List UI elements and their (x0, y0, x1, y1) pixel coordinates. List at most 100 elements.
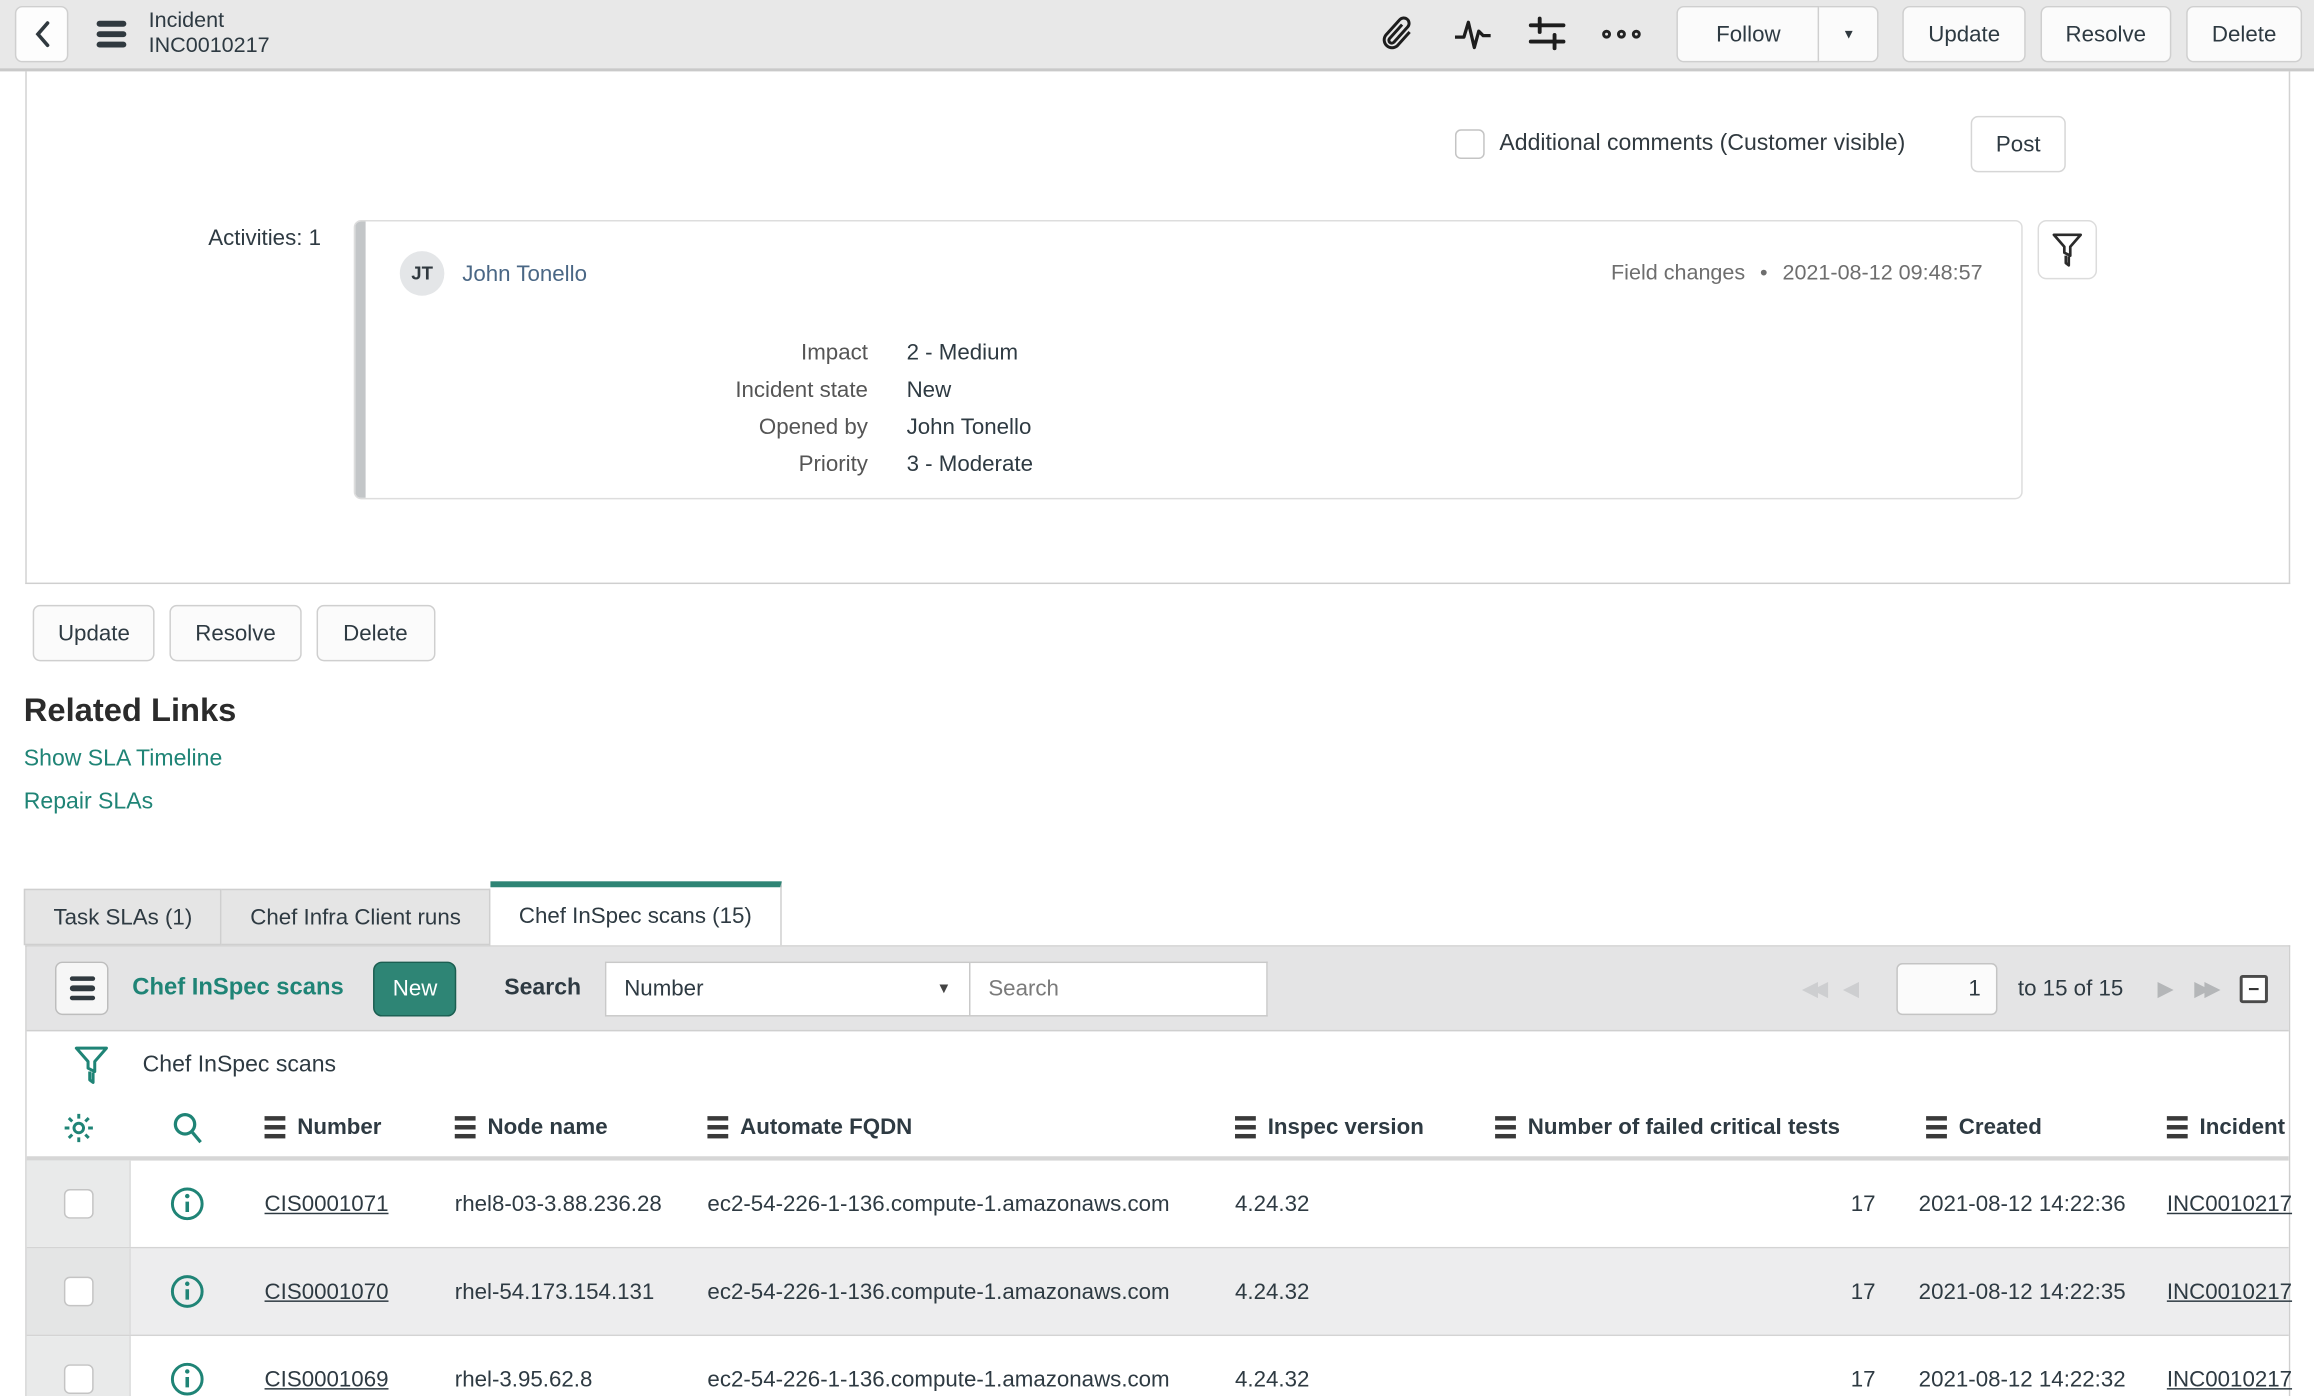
automate-fqdn-cell: ec2-54-226-1-136.compute-1.amazonaws.com (707, 1191, 1170, 1217)
failed-critical-tests-cell: 17 (1850, 1366, 1876, 1392)
search-label: Search (504, 974, 582, 1001)
column-header-node-name[interactable]: Node name (432, 1115, 685, 1140)
page-title: Incident INC0010217 (149, 9, 270, 60)
incident-link[interactable]: INC0010217 (2167, 1367, 2292, 1392)
personalize-form-button[interactable] (1522, 9, 1573, 60)
scan-number-link[interactable]: CIS0001069 (265, 1367, 389, 1392)
header-bar: Incident INC0010217 Follow ▼ Update Reso… (0, 0, 2314, 72)
incident-link[interactable]: INC0010217 (2167, 1191, 2292, 1216)
list-settings-button[interactable] (27, 1109, 131, 1145)
incident-link[interactable]: INC0010217 (2167, 1279, 2292, 1304)
magnifier-icon (172, 1112, 202, 1143)
row-checkbox[interactable] (63, 1364, 93, 1395)
column-label: Node name (487, 1114, 608, 1140)
field-value: 2 - Medium (906, 340, 1019, 366)
activity-stream-button[interactable] (1448, 9, 1499, 60)
pulse-icon (1455, 20, 1492, 50)
activity-field-changes: Impact 2 - Medium Incident state New Ope… (593, 340, 1983, 477)
activity-accent-bar (355, 221, 366, 498)
funnel-icon (2052, 233, 2083, 267)
new-record-button[interactable]: New (373, 960, 457, 1016)
show-sla-timeline-link[interactable]: Show SLA Timeline (24, 746, 222, 773)
form-section: Additional comments (Customer visible) P… (25, 71, 2291, 585)
resolve-button[interactable]: Resolve (2040, 5, 2172, 63)
more-options-button[interactable] (1597, 9, 1648, 60)
column-header-failed-critical-tests[interactable]: Number of failed critical tests (1473, 1115, 1897, 1140)
activity-entry: JT John Tonello Field changes • 2021-08-… (353, 219, 2023, 500)
repair-slas-link[interactable]: Repair SLAs (24, 789, 153, 816)
activity-filter-button[interactable] (2037, 219, 2098, 280)
attachment-button[interactable] (1374, 9, 1425, 60)
collapse-list-button[interactable]: − (2239, 974, 2268, 1003)
field-value: 3 - Moderate (906, 451, 1033, 478)
first-page-button[interactable]: ◀◀ (1792, 976, 1833, 1001)
activity-type: Field changes (1611, 261, 1746, 286)
search-input[interactable] (970, 960, 1268, 1016)
context-menu-button[interactable] (89, 12, 134, 57)
row-checkbox[interactable] (63, 1188, 93, 1219)
field-label: Priority (798, 451, 868, 478)
column-menu-icon (1926, 1115, 1947, 1139)
resolve-button-bottom[interactable]: Resolve (169, 604, 302, 662)
failed-critical-tests-cell: 17 (1850, 1278, 1876, 1305)
search-rows-button[interactable] (131, 1109, 242, 1145)
column-header-number[interactable]: Number (242, 1115, 432, 1140)
node-name-cell: rhel8-03-3.88.236.28 (454, 1191, 662, 1217)
delete-button-bottom[interactable]: Delete (315, 604, 435, 662)
next-page-button[interactable]: ▶ (2147, 976, 2184, 1001)
node-name-cell: rhel-54.173.154.131 (454, 1278, 655, 1305)
field-value: John Tonello (906, 414, 1032, 440)
post-button[interactable]: Post (1970, 115, 2066, 173)
update-button[interactable]: Update (1902, 5, 2026, 63)
column-header-created[interactable]: Created (1896, 1115, 2149, 1140)
tab-task-slas[interactable]: Task SLAs (1) (23, 888, 222, 946)
update-button-bottom[interactable]: Update (32, 604, 156, 662)
column-menu-icon (1495, 1115, 1516, 1139)
list-toolbar: Chef InSpec scans New Search Number ▼ ◀◀… (26, 946, 2289, 1032)
search-field-selected: Number (624, 975, 704, 1001)
table-row: CIS0001070 rhel-54.173.154.131 ec2-54-22… (26, 1248, 2292, 1337)
related-links-title: Related Links (23, 691, 237, 729)
column-header-inspec-version[interactable]: Inspec version (1213, 1115, 1473, 1140)
pagination-range-text: to 15 of 15 (2017, 975, 2124, 1001)
follow-dropdown-button[interactable]: ▼ (1819, 5, 1880, 63)
follow-button[interactable]: Follow (1677, 5, 1820, 63)
last-page-button[interactable]: ▶▶ (2184, 976, 2225, 1001)
column-menu-icon (2166, 1115, 2188, 1139)
list-title-link[interactable]: Chef InSpec scans (132, 975, 343, 1002)
column-label: Created (1958, 1114, 2042, 1140)
column-header-automate-fqdn[interactable]: Automate FQDN (685, 1115, 1213, 1140)
field-label: Incident state (735, 377, 868, 403)
tab-chef-infra-client-runs[interactable]: Chef Infra Client runs (221, 888, 491, 946)
field-label: Impact (801, 340, 868, 366)
tab-chef-inspec-scans[interactable]: Chef InSpec scans (15) (490, 881, 782, 946)
column-header-incident[interactable]: Incident (2149, 1115, 2289, 1140)
avatar: JT (399, 251, 445, 296)
hamburger-icon (69, 976, 95, 1001)
scan-number-link[interactable]: CIS0001070 (265, 1279, 389, 1304)
funnel-icon[interactable] (73, 1045, 110, 1085)
bullet-separator: • (1760, 261, 1768, 286)
caret-down-icon: ▼ (1842, 26, 1856, 42)
row-preview-button[interactable] (131, 1274, 242, 1310)
search-field-select[interactable]: Number ▼ (604, 960, 971, 1016)
scan-number-link[interactable]: CIS0001071 (265, 1191, 389, 1216)
back-button[interactable] (14, 5, 69, 63)
column-label: Inspec version (1267, 1114, 1424, 1140)
row-checkbox[interactable] (63, 1276, 93, 1307)
additional-comments-checkbox[interactable] (1454, 129, 1485, 160)
row-preview-button[interactable] (131, 1186, 242, 1222)
list-context-menu-button[interactable] (54, 961, 109, 1016)
column-menu-icon (264, 1115, 286, 1139)
hamburger-icon (96, 20, 127, 48)
table-row: CIS0001071 rhel8-03-3.88.236.28 ec2-54-2… (26, 1160, 2292, 1249)
delete-button[interactable]: Delete (2186, 5, 2303, 63)
activity-user-name: John Tonello (462, 260, 587, 287)
column-label: Number of failed critical tests (1527, 1114, 1840, 1140)
row-preview-button[interactable] (131, 1361, 242, 1396)
form-actions: Update Resolve Delete (32, 604, 2314, 662)
previous-page-button[interactable]: ◀ (1832, 976, 1869, 1001)
column-menu-icon (454, 1115, 476, 1139)
page-number-input[interactable] (1896, 962, 1998, 1015)
record-number: INC0010217 (148, 34, 270, 58)
